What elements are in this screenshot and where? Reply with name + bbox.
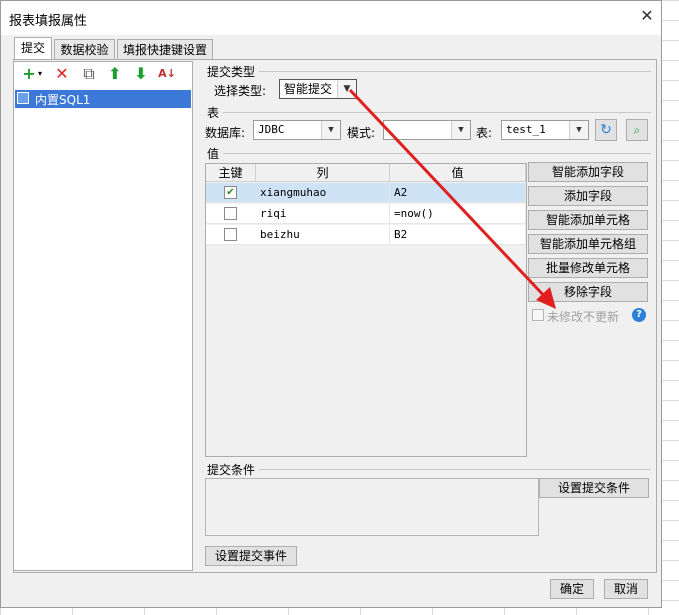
annotation-arrow — [348, 88, 556, 309]
